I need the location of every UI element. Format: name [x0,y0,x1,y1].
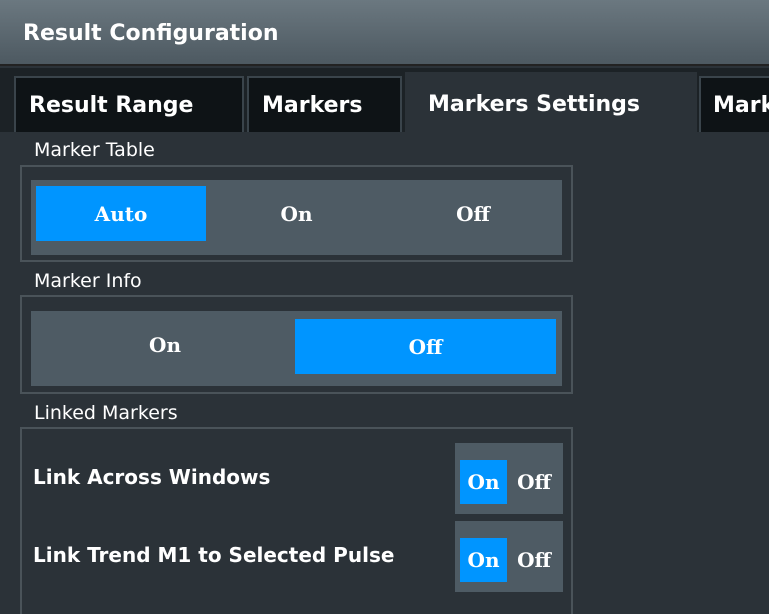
tab-marker[interactable]: Marker [699,76,769,132]
link-across-windows-label: Link Across Windows [33,465,271,489]
tab-label: Marker [713,92,769,118]
toggle-on-option[interactable]: On [460,460,507,504]
tab-markers-settings[interactable]: Markers Settings [405,72,697,134]
marker-info-selector: On Off [31,311,562,386]
title-bar: Result Configuration [0,0,769,66]
tab-label: Markers [262,92,363,118]
marker-table-on-button[interactable]: On [209,186,384,241]
marker-info-label: Marker Info [34,270,142,292]
tab-strip: Result Range Markers Markers Settings Ma… [0,68,769,134]
toggle-off-option[interactable]: Off [509,538,559,582]
tab-label: Result Range [29,92,194,118]
marker-table-off-button[interactable]: Off [387,186,559,241]
marker-info-off-button[interactable]: Off [295,319,556,374]
link-trend-m1-toggle[interactable]: On Off [455,521,563,592]
link-trend-m1-label: Link Trend M1 to Selected Pulse [33,543,395,567]
marker-info-on-button[interactable]: On [36,317,294,372]
window-title: Result Configuration [23,21,279,46]
tab-result-range[interactable]: Result Range [14,76,244,132]
marker-table-label: Marker Table [34,139,155,161]
tab-label: Markers Settings [428,91,640,117]
toggle-on-option[interactable]: On [460,538,507,582]
link-across-windows-toggle[interactable]: On Off [455,443,563,514]
marker-table-auto-button[interactable]: Auto [36,186,206,241]
linked-markers-label: Linked Markers [34,402,178,424]
tab-markers[interactable]: Markers [247,76,402,132]
marker-table-selector: Auto On Off [31,180,562,255]
toggle-off-option[interactable]: Off [509,460,559,504]
